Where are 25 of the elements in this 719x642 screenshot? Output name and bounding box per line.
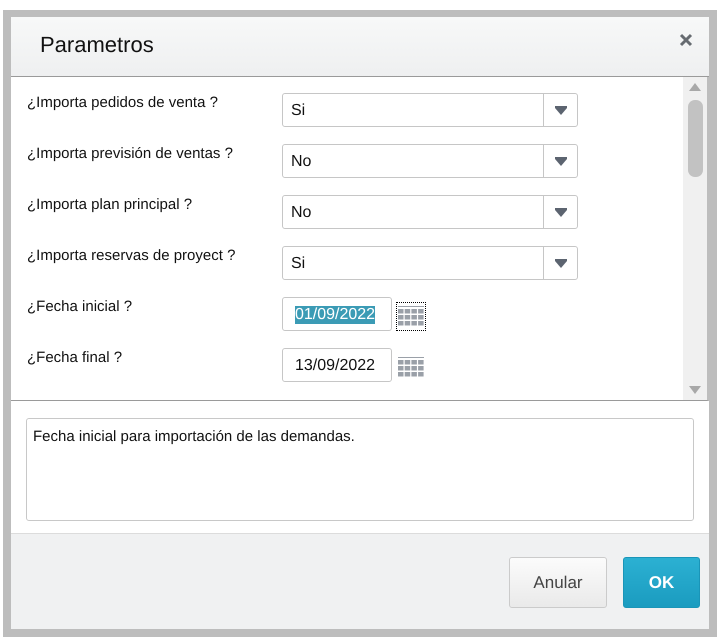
dropdown[interactable]: No (282, 144, 578, 178)
close-icon (679, 32, 693, 46)
cancel-button[interactable]: Anular (509, 557, 607, 608)
field-label: ¿Importa plan principal ? (27, 195, 194, 213)
field-label: ¿Fecha final ? (27, 348, 124, 366)
scroll-up-icon[interactable] (689, 83, 701, 91)
date-field[interactable]: 13/09/2022 (282, 348, 392, 382)
caret-icon (554, 106, 566, 114)
close-button[interactable] (679, 32, 693, 46)
dropdown[interactable]: Si (282, 93, 578, 127)
field-label: ¿Importa previsión de ventas ? (27, 144, 234, 162)
description-box: Fecha inicial para importación de las demandas. (26, 418, 694, 521)
calendar-icon[interactable] (396, 302, 426, 331)
scrollbar-track[interactable] (683, 77, 707, 400)
caret-icon (554, 208, 566, 216)
dropdown[interactable]: Si (282, 246, 578, 280)
caret-icon (554, 156, 566, 166)
dialog-title: Parametros (40, 32, 154, 58)
scrollbar-thumb[interactable] (688, 100, 702, 177)
scroll-down-icon[interactable] (689, 386, 701, 394)
field-label: ¿Importa pedidos de venta ? (27, 93, 219, 111)
dropdown[interactable]: No (282, 195, 578, 229)
caret-icon (554, 258, 566, 268)
field-label: ¿Importa reservas de proyect ? (27, 246, 236, 264)
field-label: ¿Fecha inicial ? (27, 297, 134, 315)
